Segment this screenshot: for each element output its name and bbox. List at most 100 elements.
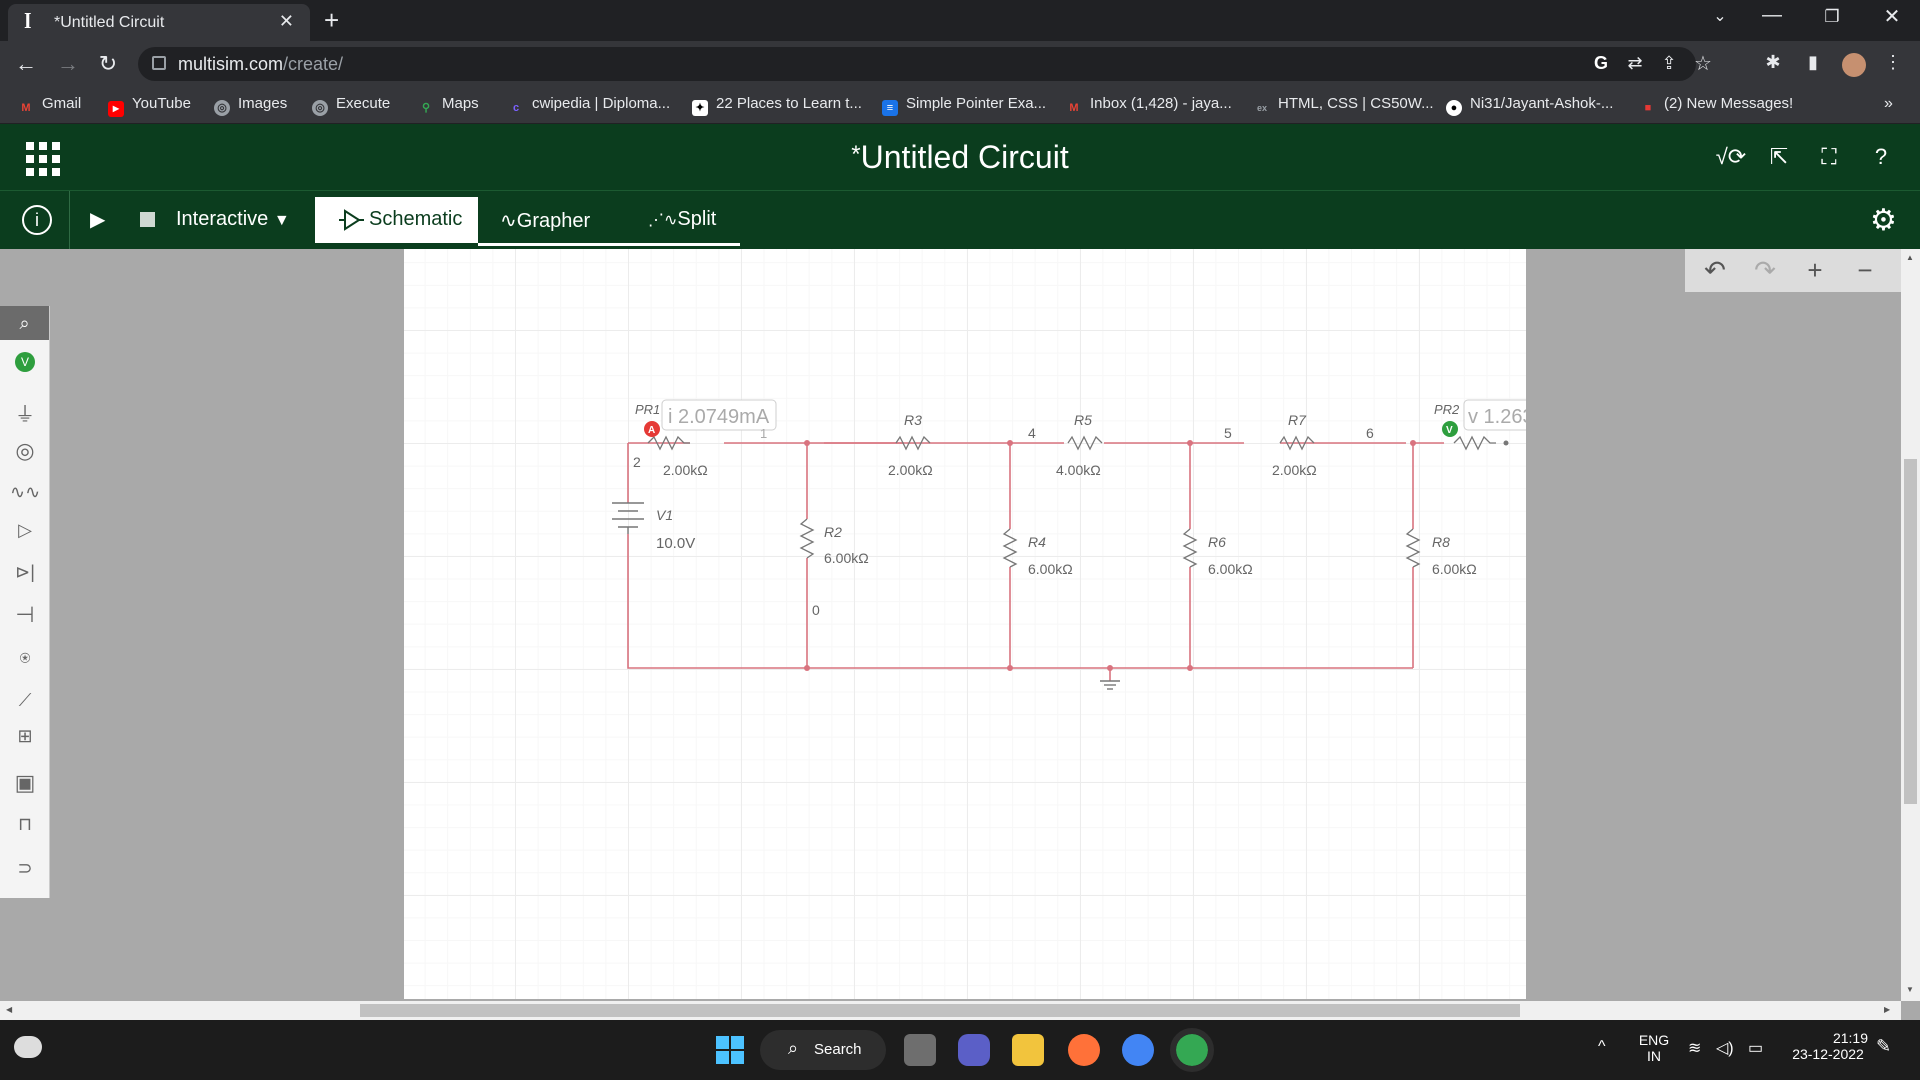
scroll-down-icon[interactable]: ▼: [1906, 985, 1914, 994]
r4-symbol: [1002, 528, 1018, 568]
weather-icon[interactable]: [14, 1036, 42, 1058]
transistor-tool-icon[interactable]: ⊣: [10, 602, 40, 628]
side-panel-icon[interactable]: ▮: [1800, 52, 1826, 73]
vertical-scrollbar[interactable]: ▲ ▼: [1901, 249, 1920, 1001]
volume-icon[interactable]: ◁): [1716, 1038, 1734, 1058]
close-window-button[interactable]: ✕: [1872, 4, 1912, 29]
bookmark-youtube[interactable]: ▶ YouTube: [108, 95, 191, 117]
ac-source-icon[interactable]: ◎: [10, 438, 40, 464]
scroll-up-icon[interactable]: ▲: [1906, 253, 1914, 262]
windows-start-icon[interactable]: [714, 1034, 746, 1066]
bookmark-simple-pointer[interactable]: ≡ Simple Pointer Exa...: [882, 95, 1046, 116]
logic-gate-tool-icon[interactable]: ⊃: [10, 858, 40, 879]
menu-kebab-icon[interactable]: ⋮: [1880, 52, 1906, 73]
run-simulation-button[interactable]: ▶: [90, 207, 105, 232]
tray-overflow-chevron-icon[interactable]: ^: [1598, 1038, 1606, 1056]
extensions-icon[interactable]: ✱: [1760, 52, 1786, 73]
ic-tool-icon[interactable]: ▣: [10, 770, 40, 796]
fullscreen-icon[interactable]: ⛶: [1812, 144, 1846, 170]
chrome-active-icon[interactable]: [1170, 1028, 1214, 1072]
taskbar-search[interactable]: ⌕ Search: [760, 1030, 886, 1070]
language-indicator[interactable]: ENG IN: [1636, 1032, 1672, 1064]
translate-icon[interactable]: ⇄: [1622, 53, 1648, 74]
tab-schematic[interactable]: Schematic: [315, 197, 478, 243]
tab-search-chevron-icon[interactable]: ⌄: [1700, 6, 1740, 26]
tab-grapher[interactable]: ∿Grapher: [500, 208, 590, 233]
v1-value: 10.0V: [656, 535, 695, 552]
more-bookmarks-button[interactable]: »: [1884, 95, 1893, 113]
circuit-title[interactable]: *Untitled Circuit: [0, 139, 1920, 176]
simulation-probe-icon[interactable]: √⟳: [1714, 144, 1748, 170]
help-icon[interactable]: ?: [1864, 144, 1898, 170]
pr1-badge-letter: A: [648, 425, 655, 436]
bookmark-cs50w[interactable]: ex HTML, CSS | CS50W...: [1254, 95, 1434, 116]
probe-tool-icon[interactable]: V: [15, 352, 35, 372]
clock-time: 21:19: [1832, 1030, 1868, 1046]
profile-avatar[interactable]: [1842, 53, 1866, 77]
bookmark-cwipedia[interactable]: c cwipedia | Diploma...: [508, 95, 670, 116]
opamp-tool-icon[interactable]: ▷: [10, 520, 40, 541]
vertical-scroll-thumb[interactable]: [1904, 459, 1917, 804]
mixed-tool-icon[interactable]: ⊞: [10, 726, 40, 747]
schematic-canvas[interactable]: A V i 2.0749mA v 1.2637V PR1 PR2 V1 10.0…: [404, 249, 1526, 999]
canvas-controls: ↶ ↷ + −: [1685, 249, 1901, 292]
tab-close-icon[interactable]: ✕: [279, 11, 294, 32]
bookmark-github[interactable]: ● Ni31/Jayant-Ashok-...: [1446, 95, 1613, 116]
grapher-icon: ∿: [500, 210, 517, 232]
chrome-profile-icon[interactable]: [1122, 1034, 1154, 1066]
clock[interactable]: 21:19 23-12-2022: [1788, 1030, 1868, 1062]
zoom-out-icon[interactable]: −: [1845, 255, 1885, 286]
bookmark-images[interactable]: ◎ Images: [214, 95, 287, 116]
back-icon[interactable]: ←: [12, 51, 40, 77]
r4-value: 6.00kΩ: [1028, 561, 1073, 577]
bookmark-maps[interactable]: ⚲ Maps: [418, 95, 479, 116]
zoom-in-icon[interactable]: +: [1795, 255, 1835, 286]
bookmark-gmail[interactable]: M Gmail: [18, 95, 81, 116]
export-icon[interactable]: ⇱: [1762, 144, 1796, 170]
scroll-right-icon[interactable]: ▶: [1884, 1005, 1890, 1014]
undo-icon[interactable]: ↶: [1695, 255, 1735, 286]
forward-icon[interactable]: →: [54, 51, 82, 77]
gmail-icon: M: [21, 102, 31, 114]
bookmark-new-messages[interactable]: ■ (2) New Messages!: [1640, 95, 1794, 116]
address-bar[interactable]: multisim.com/create/ G ⇄ ⇪ ☆: [138, 47, 1712, 81]
component-search-icon[interactable]: ⌕: [0, 306, 49, 340]
switch-tool-icon[interactable]: ⟋: [10, 690, 40, 711]
google-icon[interactable]: G: [1588, 53, 1614, 74]
task-view-icon[interactable]: [904, 1034, 936, 1066]
settings-gear-icon[interactable]: ⚙: [1870, 203, 1897, 238]
horizontal-scroll-thumb[interactable]: [360, 1004, 1520, 1017]
resistor-tool-icon[interactable]: ∿∿: [10, 482, 40, 503]
tab-title: *Untitled Circuit: [54, 14, 165, 31]
reload-icon[interactable]: ↻: [94, 51, 122, 77]
restore-button[interactable]: ❐: [1812, 7, 1852, 27]
bookmark-inbox[interactable]: M Inbox (1,428) - jaya...: [1066, 95, 1231, 116]
horizontal-scrollbar[interactable]: ◀ ▶: [0, 1001, 1901, 1020]
connector-tool-icon[interactable]: ⊓: [10, 814, 40, 835]
battery-icon[interactable]: ▭: [1748, 1038, 1763, 1058]
teams-chat-icon[interactable]: [958, 1034, 990, 1066]
gmail-icon: M: [1069, 102, 1079, 114]
tab-split[interactable]: ⋰∿Split: [648, 208, 716, 231]
indicator-tool-icon[interactable]: ⍟: [10, 648, 40, 669]
tab-schematic-label: Schematic: [369, 208, 463, 230]
firefox-icon[interactable]: [1068, 1034, 1100, 1066]
notification-icon[interactable]: ✎: [1876, 1036, 1891, 1057]
share-icon[interactable]: ⇪: [1656, 53, 1682, 74]
redo-icon[interactable]: ↷: [1745, 255, 1785, 286]
browser-tab[interactable]: ꟾ *Untitled Circuit ✕: [8, 4, 310, 41]
sim-toolbar: i ▶ Interactive ▼ Schematic ∿Grapher ⋰∿S…: [0, 190, 1920, 250]
scroll-left-icon[interactable]: ◀: [6, 1005, 12, 1014]
bookmark-star-icon[interactable]: ☆: [1690, 51, 1716, 76]
file-explorer-icon[interactable]: [1012, 1034, 1044, 1066]
ground-source-icon[interactable]: ⏚: [10, 398, 40, 427]
minimize-button[interactable]: —: [1752, 4, 1792, 27]
wifi-icon[interactable]: ≋: [1688, 1038, 1701, 1058]
info-icon[interactable]: i: [22, 205, 52, 235]
diode-tool-icon[interactable]: ⊳|: [10, 562, 40, 583]
bookmark-execute[interactable]: ◎ Execute: [312, 95, 390, 116]
bookmark-22-places[interactable]: ✦ 22 Places to Learn t...: [692, 95, 862, 116]
interactive-mode-dropdown[interactable]: Interactive ▼: [176, 208, 290, 231]
stop-simulation-button[interactable]: [140, 212, 155, 227]
new-tab-button[interactable]: +: [324, 5, 339, 36]
